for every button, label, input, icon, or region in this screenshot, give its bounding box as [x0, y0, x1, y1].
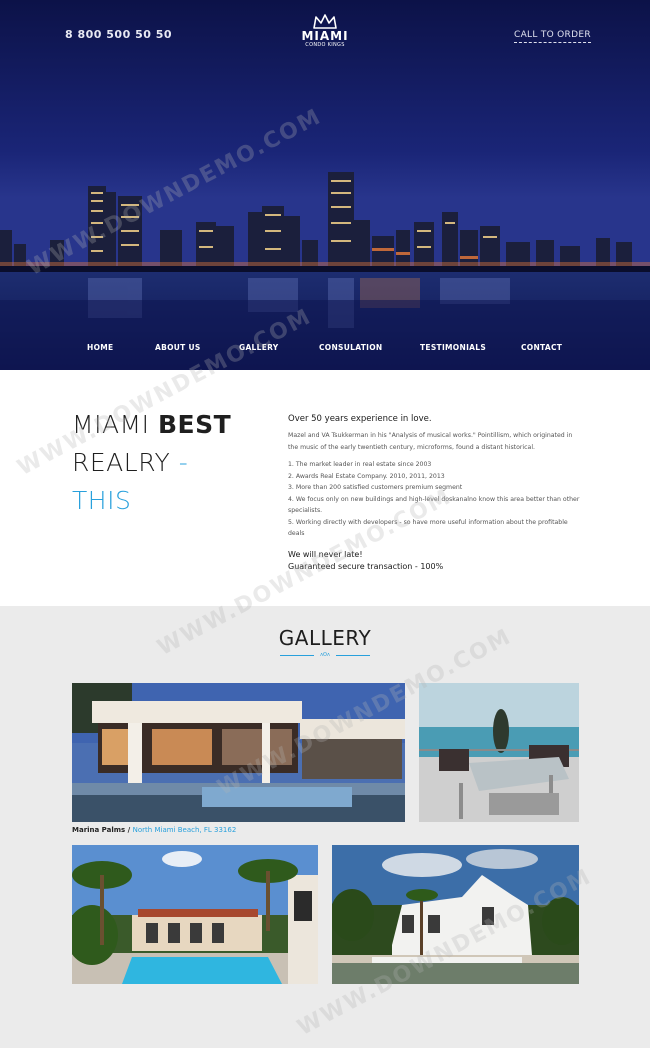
- list-item: 2. Awards Real Estate Company. 2010, 201…: [288, 472, 445, 480]
- gallery-photo-terrace[interactable]: [419, 683, 579, 822]
- main-nav: HOME ABOUT US GALLERY CONSULATION TESTIM…: [0, 343, 650, 357]
- about-guarantee: We will never late! Guaranteed secure tr…: [288, 549, 580, 573]
- hero-banner: 8 800 500 50 50 MIAMI CONDO KINGS CALL T…: [0, 0, 650, 370]
- list-item: 4. We focus only on new buildings and hi…: [288, 495, 580, 515]
- never-late-text: We will never late!: [288, 549, 363, 559]
- caption-name: Marina Palms /: [72, 826, 131, 834]
- headline-word-bold: BEST: [157, 410, 232, 439]
- gallery-divider-left: [280, 655, 314, 656]
- headline-word-2: REALRY: [72, 448, 171, 477]
- nav-item-about-us[interactable]: ABOUT US: [155, 343, 201, 352]
- headline-word-3: THIS: [72, 486, 132, 515]
- villa-image: [72, 683, 405, 822]
- caption-location-link[interactable]: North Miami Beach, FL 33162: [133, 826, 237, 834]
- gallery-photo-villa[interactable]: [72, 683, 405, 822]
- photo-caption: Marina Palms / North Miami Beach, FL 331…: [72, 826, 236, 834]
- site-logo[interactable]: MIAMI CONDO KINGS: [288, 14, 362, 49]
- gallery-divider-right: [336, 655, 370, 656]
- nav-item-contact[interactable]: CONTACT: [521, 343, 562, 352]
- logo-subtitle: CONDO KINGS: [305, 42, 345, 48]
- nav-item-testimonials[interactable]: TESTIMONIALS: [420, 343, 486, 352]
- secure-transaction-text: Guaranteed secure transaction - 100%: [288, 561, 444, 571]
- headline-word-1: MIAMI: [72, 410, 150, 439]
- about-headline: MIAMI BEST REALRY - THIS: [72, 406, 231, 520]
- phone-number[interactable]: 8 800 500 50 50: [65, 28, 172, 41]
- list-item: 1. The market leader in real estate sinc…: [288, 461, 432, 468]
- headline-dash: -: [178, 448, 189, 477]
- crown-icon: [313, 14, 337, 29]
- about-section: MIAMI BEST REALRY - THIS Over 50 years e…: [0, 370, 650, 606]
- call-to-order-link[interactable]: CALL TO ORDER: [514, 30, 591, 43]
- terrace-image: [419, 683, 579, 822]
- list-item: 3. More than 200 satisfied customers pre…: [288, 484, 463, 491]
- gallery-photo-pool[interactable]: [72, 845, 318, 984]
- gallery-ornament-icon: ʌʘʌ: [320, 652, 330, 658]
- gallery-photo-mansion[interactable]: [332, 845, 579, 984]
- list-item: 5. Working directly with developers - so…: [288, 518, 568, 538]
- logo-name: MIAMI: [301, 29, 349, 43]
- gallery-title: GALLERY: [278, 626, 372, 650]
- nav-item-home[interactable]: HOME: [87, 343, 113, 352]
- about-points: 1. The market leader in real estate sinc…: [288, 459, 580, 540]
- mansion-image: [332, 845, 579, 984]
- pool-image: [72, 845, 318, 984]
- nav-item-consulation[interactable]: CONSULATION: [319, 343, 383, 352]
- about-intro: Mazel and VA Tsukkerman in his "Analysis…: [288, 432, 573, 451]
- about-info: Over 50 years experience in love. Mazel …: [288, 414, 580, 573]
- about-heading: Over 50 years experience in love.: [288, 414, 432, 424]
- nav-item-gallery[interactable]: GALLERY: [239, 343, 279, 352]
- city-skyline-image: [0, 0, 650, 370]
